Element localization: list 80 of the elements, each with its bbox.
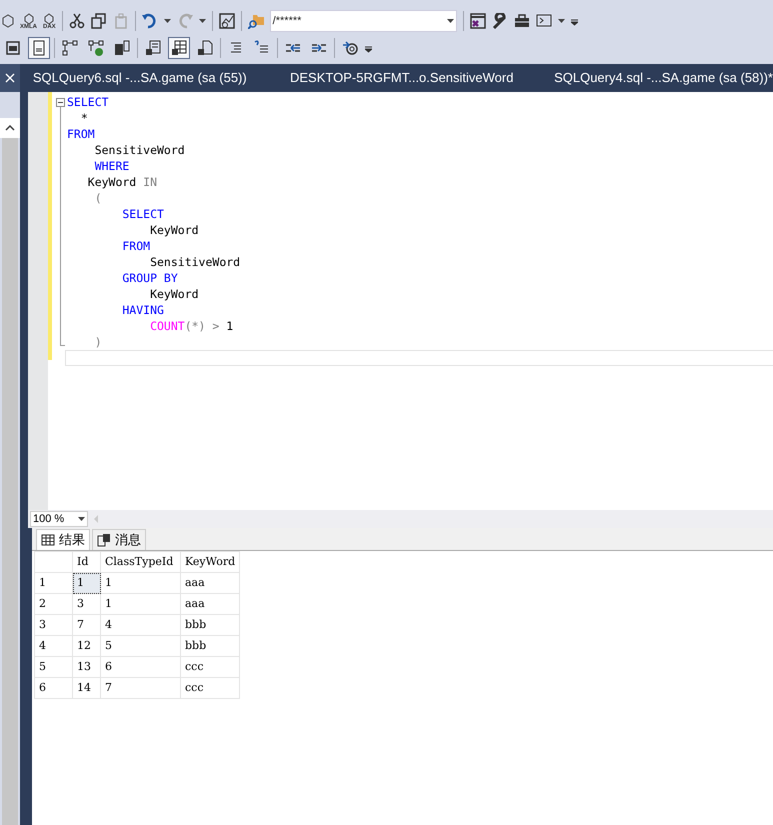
code-line: SensitiveWord — [149, 254, 242, 270]
table-cell[interactable]: 12 — [72, 636, 100, 656]
document-tab[interactable]: DESKTOP-5RGFMT...o.SensitiveWord — [290, 68, 554, 88]
grid-icon[interactable] — [41, 533, 55, 547]
cube-icon[interactable] — [43, 12, 56, 24]
row-number: 6 — [34, 678, 72, 698]
table-cell[interactable]: 7 — [72, 614, 100, 636]
code-line: SensitiveWord — [94, 142, 186, 158]
table-cell[interactable]: 1 — [100, 594, 180, 614]
table-cell[interactable]: bbb — [180, 614, 240, 636]
folder-search-icon[interactable] — [248, 13, 264, 29]
collapse-icon[interactable] — [56, 98, 65, 107]
zoom-dropdown[interactable]: 100 % — [30, 511, 88, 527]
table-cell[interactable]: 4 — [100, 614, 180, 636]
column-header[interactable]: ClassTypeId — [100, 552, 180, 572]
file-results-icon[interactable] — [197, 40, 213, 56]
table-cell[interactable]: aaa — [180, 594, 240, 614]
cut-icon[interactable] — [68, 13, 85, 29]
window-icon[interactable] — [470, 13, 486, 29]
code-line: FROM — [67, 126, 96, 142]
code-line: SELECT — [67, 94, 110, 110]
toolbox-icon[interactable] — [514, 13, 530, 29]
code-line: SELECT — [121, 206, 165, 222]
code-line: ( — [94, 190, 103, 206]
code-line: COUNT(*) > 1 — [149, 318, 234, 334]
cube-icon[interactable] — [22, 12, 34, 24]
table-cell[interactable]: bbb — [180, 636, 240, 656]
row-number: 2 — [34, 594, 72, 614]
tree-icon[interactable] — [62, 40, 78, 56]
table-cell[interactable]: 1 — [72, 572, 100, 594]
code-line: KeyWord — [149, 286, 200, 302]
chart-window-icon[interactable] — [218, 13, 235, 29]
code-line: FROM — [121, 238, 152, 254]
code-line: KeyWord — [149, 222, 200, 238]
dropdown-caret-icon[interactable] — [198, 19, 206, 23]
table-cell[interactable]: 13 — [72, 656, 100, 678]
message-icon[interactable] — [97, 533, 111, 547]
column-header[interactable]: KeyWord — [180, 552, 240, 572]
row-number: 3 — [34, 614, 72, 636]
dropdown-caret-icon[interactable] — [446, 19, 454, 23]
table-cell[interactable]: 14 — [72, 678, 100, 698]
clipboard-icon[interactable] — [112, 13, 129, 29]
table-cell[interactable]: ccc — [180, 656, 240, 678]
grid-results-icon[interactable] — [171, 40, 187, 56]
code-line: ) — [94, 334, 103, 350]
window-icon[interactable] — [5, 40, 21, 56]
code-line: * — [80, 110, 89, 126]
dropdown-caret-icon[interactable] — [558, 19, 565, 23]
table-cell[interactable]: 1 — [100, 572, 180, 594]
row-number: 4 — [34, 636, 72, 656]
document-tab[interactable]: SQLQuery4.sql -...SA.game (sa (58))* — [554, 68, 773, 88]
results-tab[interactable]: 结果 — [36, 529, 90, 550]
code-line: HAVING — [121, 302, 165, 318]
terminal-icon[interactable] — [536, 13, 552, 29]
code-line: WHERE — [94, 158, 130, 174]
text-results-icon[interactable] — [145, 40, 161, 56]
row-number: 5 — [34, 656, 72, 678]
table-cell[interactable]: 5 — [100, 636, 180, 656]
table-cell[interactable]: 3 — [72, 594, 100, 614]
dropdown-caret-icon[interactable] — [164, 19, 171, 23]
server-icon[interactable] — [114, 40, 130, 56]
form-icon[interactable] — [31, 40, 47, 56]
document-tab[interactable]: SQLQuery6.sql -...SA.game (sa (55)) — [32, 68, 290, 88]
results-tab[interactable]: 消息 — [92, 529, 146, 550]
wrench-icon[interactable] — [492, 13, 508, 29]
table-cell[interactable]: 7 — [100, 678, 180, 698]
table-cell[interactable]: ccc — [180, 678, 240, 698]
copy-icon[interactable] — [90, 13, 107, 29]
close-icon[interactable] — [4, 73, 15, 83]
code-line: KeyWord IN — [86, 174, 158, 190]
undo-icon[interactable] — [142, 13, 158, 29]
scroll-up-icon[interactable] — [5, 125, 15, 131]
table-cell[interactable]: aaa — [180, 572, 240, 594]
close-tab-button[interactable] — [0, 64, 20, 92]
cube-icon[interactable] — [2, 14, 14, 28]
tree-check-icon[interactable] — [88, 40, 104, 56]
search-combo[interactable]: /****** — [270, 10, 457, 32]
table-cell[interactable]: 6 — [100, 656, 180, 678]
code-line: GROUP BY — [121, 270, 179, 286]
dropdown-caret-icon[interactable] — [78, 517, 85, 521]
